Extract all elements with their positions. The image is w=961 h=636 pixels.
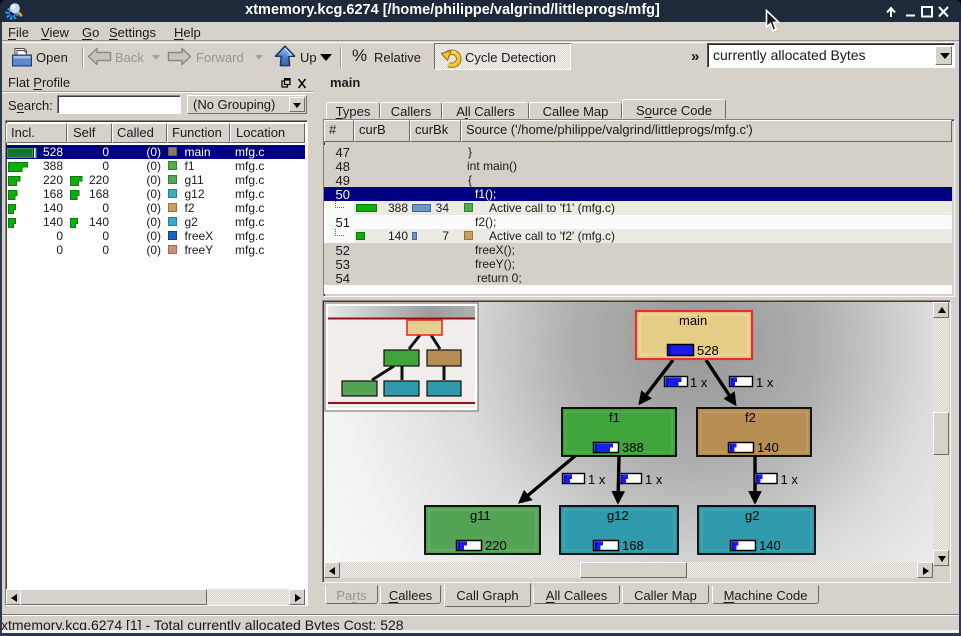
svg-text:f2: f2 [745, 410, 756, 425]
svg-text:528: 528 [697, 343, 719, 358]
svg-text:g11: g11 [470, 508, 491, 523]
svg-text:1 x: 1 x [690, 375, 708, 390]
svg-text:1 x: 1 x [645, 472, 663, 487]
svg-text:g2: g2 [745, 508, 759, 523]
svg-text:388: 388 [622, 440, 644, 455]
svg-text:f1: f1 [609, 410, 620, 425]
svg-text:140: 140 [757, 440, 779, 455]
svg-text:220: 220 [485, 538, 507, 553]
svg-text:g12: g12 [607, 508, 629, 523]
svg-text:168: 168 [622, 538, 644, 553]
svg-text:140: 140 [759, 538, 781, 553]
svg-text:1 x: 1 x [781, 472, 799, 487]
svg-text:main: main [679, 313, 707, 328]
svg-text:1 x: 1 x [588, 472, 606, 487]
svg-text:1 x: 1 x [756, 375, 774, 390]
